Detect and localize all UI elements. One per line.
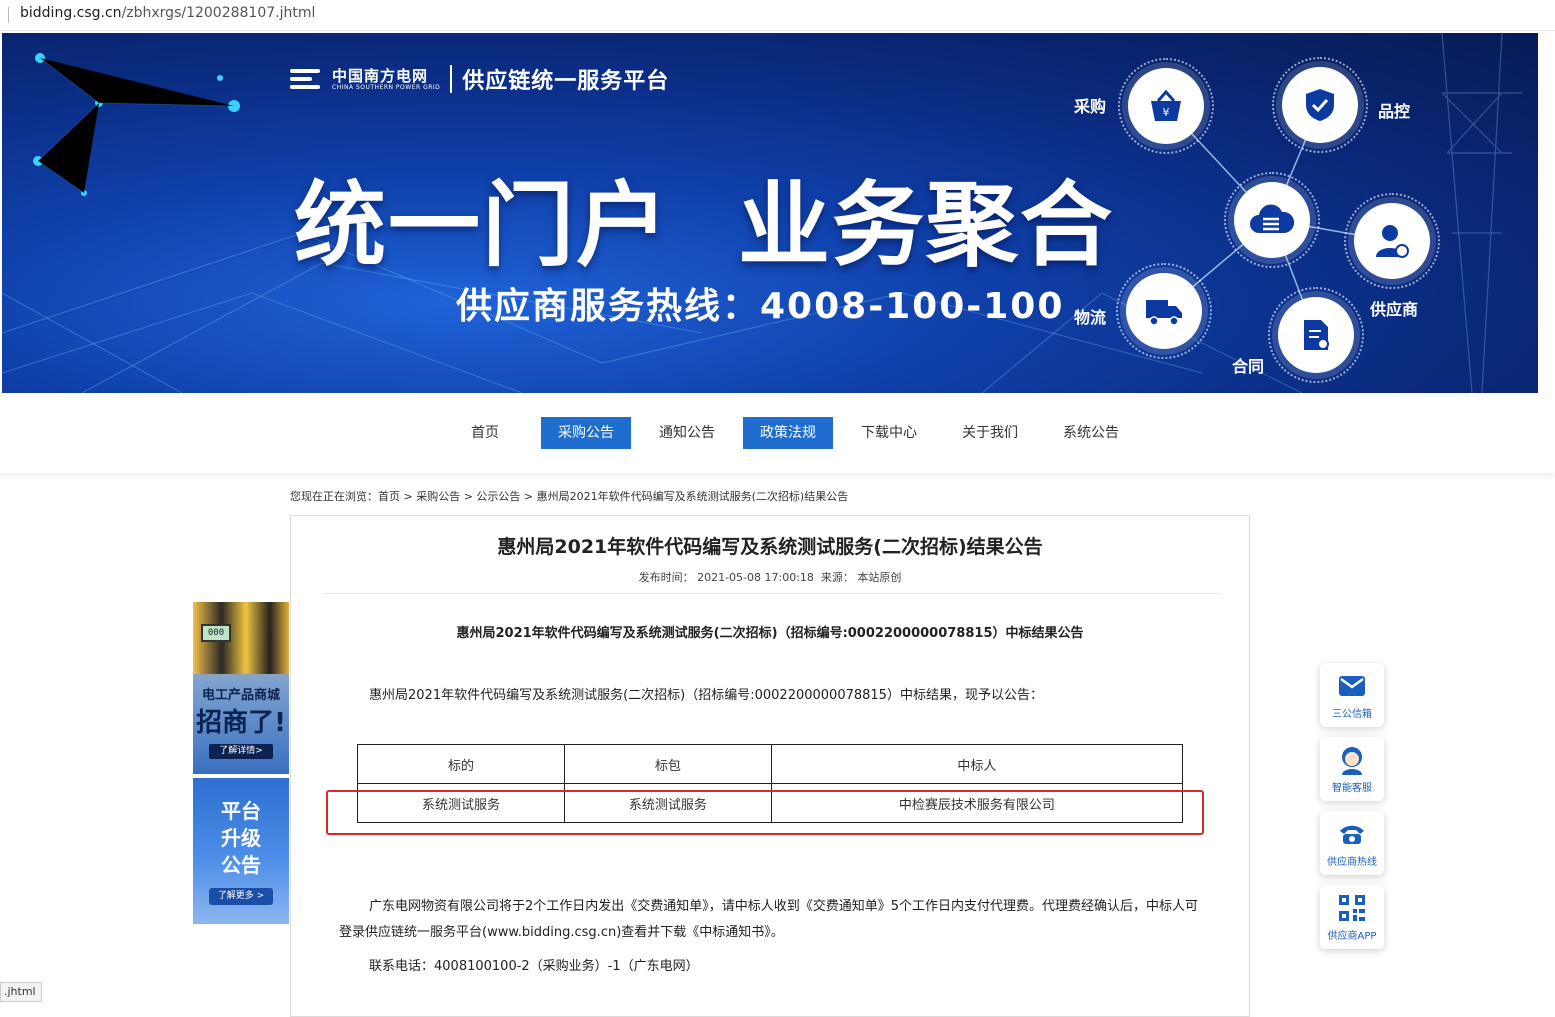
banner-slogan: 统一门户 业务聚合 [294, 172, 1115, 279]
nav-list: 首页 采购公告 通知公告 政策法规 下载中心 关于我们 系统公告 [440, 417, 1147, 449]
mailbox-label: 三公信箱 [1332, 709, 1372, 720]
upgrade-ad-button[interactable]: 了解更多 > [209, 888, 273, 905]
title-divider [323, 593, 1219, 594]
logistics-node [1116, 263, 1212, 359]
multimeter-display: 000 [201, 624, 231, 642]
nav-procurement-notices[interactable]: 采购公告 [541, 417, 631, 449]
purchase-label: 采购 [1074, 97, 1107, 116]
customer-service-icon [1342, 747, 1362, 775]
breadcrumb[interactable]: 您现在正在浏览：首页 > 采购公告 > 公示公告 > 惠州局2021年软件代码编… [290, 488, 848, 504]
article-notice: 广东电网物资有限公司将于2个工作日内发出《交费通知单》，请中标人收到《交费通知单… [339, 899, 1199, 940]
address-bar-divider [8, 7, 9, 23]
brand-name-cn: 中国南方电网 [332, 66, 429, 85]
brand-name-en: CHINA SOUTHERN POWER GRID [332, 83, 441, 91]
main-nav: 首页 采购公告 通知公告 政策法规 下载中心 关于我们 系统公告 [0, 393, 1555, 473]
address-bar[interactable]: bidding.csg.cn/zbhxrgs/1200288107.jhtml [0, 0, 1555, 31]
supplier-person-icon [1376, 225, 1409, 258]
smart-service-label: 智能客服 [1332, 783, 1372, 794]
upgrade-ad-title: 平台 升级 公告 [221, 799, 261, 877]
supplier-hotline-button[interactable]: 供应商热线 [1320, 811, 1384, 875]
csg-logo-icon [290, 67, 324, 91]
nav-downloads[interactable]: 下载中心 [844, 417, 934, 449]
logistics-label: 物流 [1074, 308, 1107, 327]
contract-document-icon [1304, 320, 1329, 350]
nav-system-notices[interactable]: 系统公告 [1046, 417, 1136, 449]
article-contact: 联系电话：4008100100-2（采购业务）-1（广东电网） [369, 959, 699, 974]
table-header-cell: 标包 [563, 744, 772, 784]
shopping-basket-icon: ¥ [1151, 89, 1181, 121]
url-text[interactable]: bidding.csg.cn/zbhxrgs/1200288107.jhtml [20, 5, 315, 21]
table-header-cell: 标的 [357, 744, 565, 784]
table-header-row: 标的 标包 中标人 [357, 744, 1184, 784]
browser-status-bar: .jhtml [0, 982, 42, 1002]
article-subtitle: 惠州局2021年软件代码编写及系统测试服务(二次招标)（招标编号:0002200… [456, 626, 1084, 641]
mall-ad-banner[interactable]: 000 电工产品商城 招商了! 了解详情> [193, 602, 289, 774]
nav-notifications[interactable]: 通知公告 [642, 417, 732, 449]
supplier-node [1344, 193, 1440, 289]
truck-icon [1146, 300, 1182, 326]
shield-check-icon [1306, 89, 1334, 121]
supplier-label: 供应商 [1370, 300, 1419, 319]
article-meta: 发布时间： 2021-05-08 17:00:18 来源： 本站原创 [638, 571, 902, 584]
smart-service-button[interactable]: 智能客服 [1320, 737, 1384, 801]
nav-policies[interactable]: 政策法规 [743, 417, 833, 449]
article-panel: 惠州局2021年软件代码编写及系统测试服务(二次招标)结果公告 发布时间： 20… [290, 515, 1250, 1017]
mall-ad-headline: 招商了! [196, 708, 286, 738]
cloud-data-icon [1250, 204, 1295, 233]
banner-hotline: 供应商服务热线：4008-100-100 [456, 286, 1065, 327]
telephone-icon [1340, 825, 1364, 844]
upgrade-ad-banner[interactable]: 平台 升级 公告 了解更多 > [193, 778, 289, 924]
supplier-app-button[interactable]: 供应商APP [1320, 885, 1384, 949]
svg-text:¥: ¥ [1163, 106, 1170, 119]
purchase-node: ¥ [1118, 58, 1214, 154]
platform-name: 供应链统一服务平台 [462, 69, 670, 94]
article-intro: 惠州局2021年软件代码编写及系统测试服务(二次招标)（招标编号:0002200… [369, 688, 1043, 703]
mailbox-button[interactable]: 三公信箱 [1320, 663, 1384, 727]
contract-node [1268, 287, 1364, 383]
brand-logo[interactable]: 中国南方电网 CHINA SOUTHERN POWER GRID 供应链统一服务… [290, 63, 669, 95]
url-host: bidding.csg.cn [20, 5, 122, 21]
header-banner: 中国南方电网 CHINA SOUTHERN POWER GRID 供应链统一服务… [2, 33, 1538, 393]
contract-label: 合同 [1232, 357, 1265, 376]
brand-divider [450, 65, 453, 93]
supplier-hotline-label: 供应商热线 [1327, 857, 1377, 868]
article-title: 惠州局2021年软件代码编写及系统测试服务(二次招标)结果公告 [497, 536, 1043, 558]
quality-label: 品控 [1378, 102, 1411, 121]
url-path: /zbhxrgs/1200288107.jhtml [121, 5, 316, 21]
mall-ad-title: 电工产品商城 [201, 688, 280, 703]
table-header-cell: 中标人 [770, 744, 1184, 784]
red-highlight-box [326, 790, 1204, 835]
qr-code-icon [1339, 895, 1365, 921]
supplier-app-label: 供应商APP [1327, 931, 1377, 942]
cloud-hub-node [1224, 172, 1320, 268]
quality-node [1272, 57, 1368, 153]
nav-about[interactable]: 关于我们 [945, 417, 1035, 449]
mall-ad-button[interactable]: 了解详情> [209, 744, 273, 759]
nav-home[interactable]: 首页 [440, 417, 530, 449]
envelope-icon [1339, 676, 1365, 696]
